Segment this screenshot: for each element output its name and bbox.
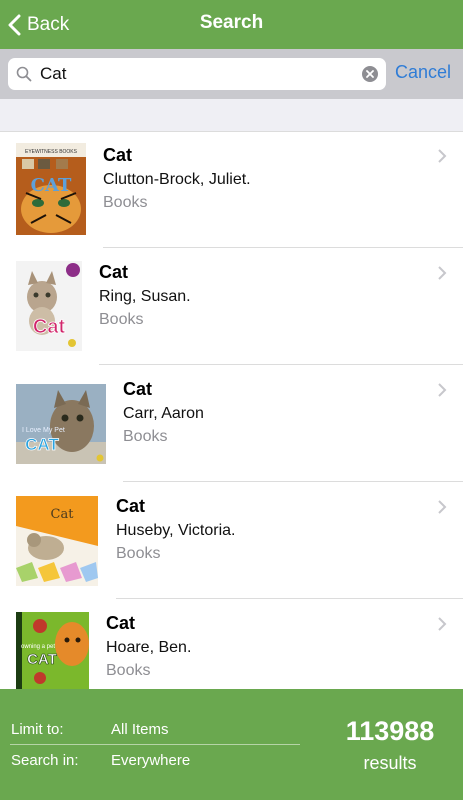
result-title: Cat [123, 379, 153, 399]
chevron-right-icon [438, 617, 447, 631]
search-in-value[interactable]: Everywhere [111, 752, 190, 769]
result-type: Books [103, 194, 148, 211]
result-author: Huseby, Victoria. [116, 522, 236, 539]
result-count-label: results [363, 753, 417, 773]
nav-bar: Back Search [0, 0, 463, 49]
book-cover: Cat [16, 261, 82, 351]
result-title: Cat [106, 613, 136, 633]
clear-search-icon[interactable] [362, 66, 378, 82]
cover-series-text: EYEWITNESS BOOKS [25, 149, 78, 155]
cover-series-text: owning a pet [21, 644, 55, 650]
result-author: Carr, Aaron [123, 405, 204, 422]
result-author: Hoare, Ben. [106, 639, 192, 656]
result-type: Books [99, 311, 144, 328]
result-title: Cat [99, 262, 129, 282]
result-author: Ring, Susan. [99, 288, 191, 305]
result-type: Books [123, 428, 168, 445]
cover-title-text: Cat [33, 316, 66, 338]
list-item[interactable]: Cat Cat Ring, Susan. Books [0, 248, 463, 365]
search-in-label: Search in: [11, 752, 79, 769]
footer-divider [10, 744, 300, 745]
page-title: Search [199, 12, 264, 33]
cover-title-text: CAT [27, 651, 57, 668]
book-cover: Cat [16, 496, 98, 586]
result-count: 113988 [345, 716, 435, 746]
list-item[interactable]: Cat Cat Huseby, Victoria. Books [0, 482, 463, 599]
book-cover: EYEWITNESS BOOKS CAT [16, 143, 86, 235]
chevron-right-icon [438, 500, 447, 514]
cover-title-text: CAT [31, 175, 72, 196]
result-type: Books [116, 545, 161, 562]
cover-title-text: Cat [51, 507, 75, 522]
chevron-right-icon [438, 266, 447, 280]
list-item[interactable]: owning a pet CAT Cat Hoare, Ben. Books [0, 599, 463, 689]
chevron-right-icon [438, 383, 447, 397]
search-icon [16, 66, 32, 82]
limit-label: Limit to: [11, 721, 64, 738]
chevron-right-icon [438, 149, 447, 163]
result-author: Clutton-Brock, Juliet. [103, 171, 251, 188]
list-item[interactable]: EYEWITNESS BOOKS CAT Cat Clutton-Brock, … [0, 131, 463, 248]
book-cover: owning a pet CAT [16, 612, 89, 689]
cover-title-text: CAT [25, 435, 59, 454]
result-type: Books [106, 662, 151, 679]
book-cover: I Love My Pet CAT [16, 384, 106, 464]
section-spacer [0, 99, 463, 132]
cover-series-text: I Love My Pet [22, 427, 65, 434]
result-title: Cat [116, 496, 146, 516]
list-item[interactable]: I Love My Pet CAT Cat Carr, Aaron Books [0, 365, 463, 482]
search-bar [0, 49, 463, 99]
limit-value[interactable]: All Items [111, 721, 169, 738]
search-field[interactable] [8, 58, 386, 90]
cancel-button[interactable]: Cancel [395, 62, 451, 83]
search-input[interactable] [40, 64, 350, 84]
result-title: Cat [103, 145, 133, 165]
search-summary-footer: Limit to: All Items Search in: Everywher… [0, 689, 463, 800]
